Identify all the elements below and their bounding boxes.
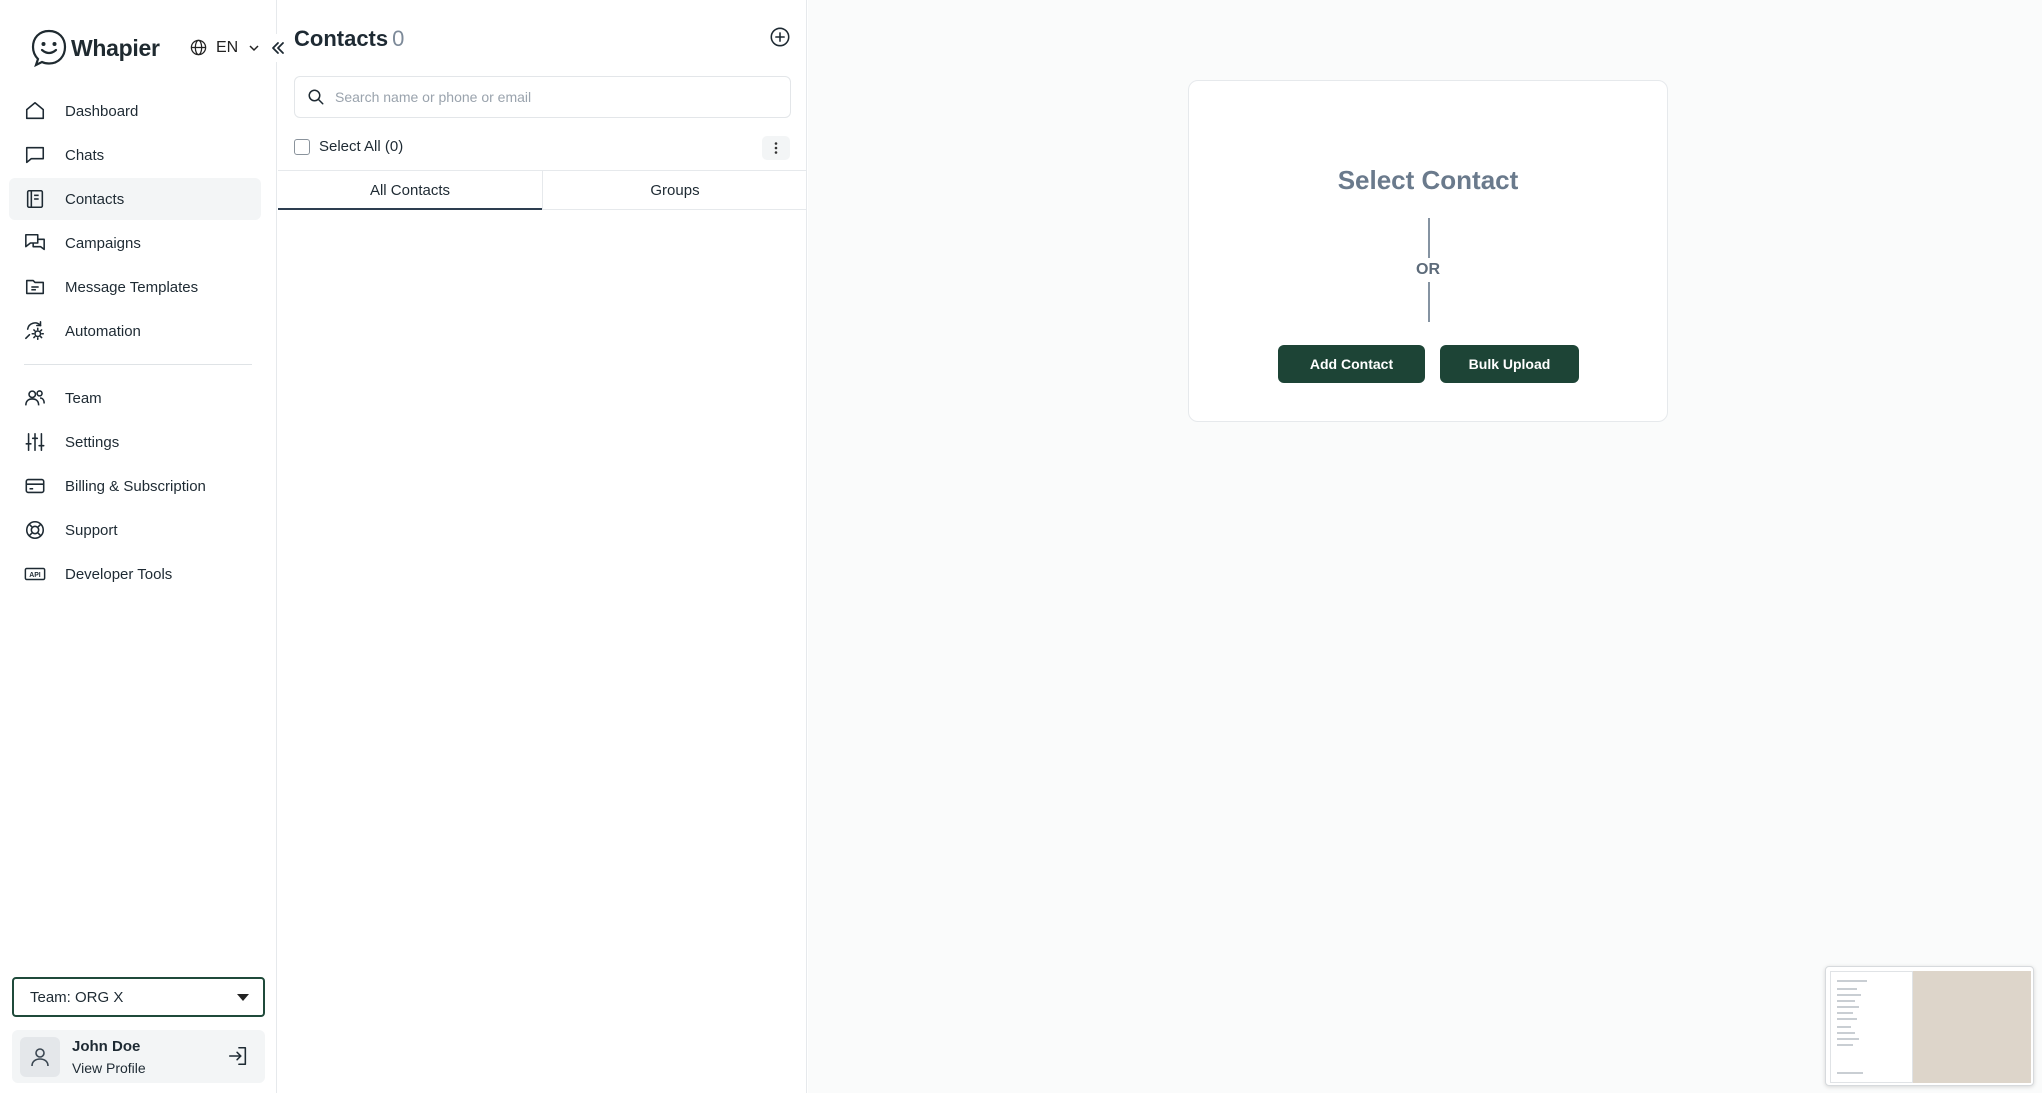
chevron-down-icon xyxy=(249,44,259,51)
sidebar-item-label: Message Templates xyxy=(65,278,199,296)
sliders-icon xyxy=(25,432,45,452)
user-icon xyxy=(31,1047,49,1066)
sidebar-item-label: Settings xyxy=(65,433,120,451)
lifebuoy-icon xyxy=(25,520,45,540)
page-title: Contacts 0 xyxy=(294,26,404,52)
logout-icon[interactable] xyxy=(227,1045,249,1067)
sidebar-item-label: Support xyxy=(65,521,118,539)
brand-name: Whapier xyxy=(71,34,160,61)
sidebar-item-settings[interactable]: Settings xyxy=(9,421,261,463)
bulk-upload-button[interactable]: Bulk Upload xyxy=(1440,345,1579,383)
team-icon xyxy=(25,390,45,406)
add-contact-plus-icon[interactable] xyxy=(769,26,791,48)
select-all-label: Select All (0) xyxy=(319,138,404,155)
search-input[interactable] xyxy=(335,89,775,105)
sidebar-item-label: Developer Tools xyxy=(65,565,173,583)
sidebar-item-team[interactable]: Team xyxy=(9,377,261,419)
select-all-checkbox[interactable] xyxy=(294,138,310,155)
divider-line-bottom xyxy=(1428,282,1430,322)
divider-line-top xyxy=(1428,218,1430,258)
contacts-count: 0 xyxy=(392,26,405,51)
profile-name: John Doe xyxy=(72,1037,141,1055)
user-profile: John Doe View Profile xyxy=(12,1030,265,1083)
sidebar-item-chats[interactable]: Chats xyxy=(9,134,261,176)
whapier-logo-icon xyxy=(31,29,67,68)
more-vertical-icon xyxy=(774,142,778,154)
nav-divider xyxy=(24,364,252,365)
sidebar-item-message-templates[interactable]: Message Templates xyxy=(9,266,261,308)
chat-bubble-icon xyxy=(25,146,45,164)
view-profile-link[interactable]: View Profile xyxy=(72,1060,146,1076)
automation-gear-icon xyxy=(25,321,45,341)
screen-preview-thumbnail[interactable] xyxy=(1825,966,2034,1086)
api-icon: API xyxy=(24,567,46,581)
contacts-pane: Contacts0 Select All (0) All Contacts Gr… xyxy=(278,0,807,1093)
sidebar-item-contacts[interactable]: Contacts xyxy=(9,178,261,220)
avatar[interactable] xyxy=(20,1036,60,1077)
caret-down-icon xyxy=(237,993,249,1001)
sidebar-item-label: Team xyxy=(65,389,102,407)
campaign-chat-icon xyxy=(25,233,45,251)
language-code: EN xyxy=(216,38,239,56)
contact-detail-area: Select Contact OR Add Contact Bulk Uploa… xyxy=(808,0,2042,1093)
sidebar-item-campaigns[interactable]: Campaigns xyxy=(9,222,261,264)
sidebar-item-automation[interactable]: Automation xyxy=(9,310,261,352)
empty-state-card: Select Contact OR Add Contact Bulk Uploa… xyxy=(1188,80,1668,422)
more-options-button[interactable] xyxy=(762,136,790,160)
preview-left-panel xyxy=(1830,971,1913,1083)
search-box xyxy=(294,76,791,118)
empty-state-title: Select Contact xyxy=(1337,165,1519,195)
sidebar-item-developer-tools[interactable]: API Developer Tools xyxy=(9,553,261,595)
sidebar-item-dashboard[interactable]: Dashboard xyxy=(9,90,261,132)
add-contact-button[interactable]: Add Contact xyxy=(1278,345,1425,383)
team-select-value: Team: ORG X xyxy=(30,988,124,1006)
sidebar-item-label: Automation xyxy=(65,322,141,340)
or-label: OR xyxy=(1416,261,1440,278)
sidebar-item-label: Chats xyxy=(65,146,105,164)
search-icon xyxy=(308,89,324,105)
team-select[interactable]: Team: ORG X xyxy=(12,977,265,1017)
sidebar-item-label: Dashboard xyxy=(65,102,139,120)
language-selector[interactable]: EN xyxy=(189,38,260,57)
globe-icon xyxy=(190,39,207,56)
sidebar-nav: Dashboard Chats Contacts Campaigns Messa… xyxy=(9,90,261,597)
contacts-tabs: All Contacts Groups xyxy=(278,170,807,210)
collapse-sidebar-button[interactable] xyxy=(266,34,290,62)
credit-card-icon xyxy=(25,478,45,494)
svg-text:API: API xyxy=(29,572,41,579)
home-icon xyxy=(25,101,45,120)
preview-right-panel xyxy=(1913,971,2031,1083)
sidebar-item-support[interactable]: Support xyxy=(9,509,261,551)
sidebar-item-billing[interactable]: Billing & Subscription xyxy=(9,465,261,507)
chevron-double-left-icon xyxy=(272,42,284,54)
contacts-title-text: Contacts xyxy=(294,26,389,51)
brand-logo[interactable]: Whapier xyxy=(29,28,160,68)
contacts-book-icon xyxy=(26,189,44,209)
sidebar-item-label: Contacts xyxy=(65,190,125,208)
sidebar: Whapier EN Dashboard Chats Contacts Camp… xyxy=(0,0,277,1093)
tab-all-contacts[interactable]: All Contacts xyxy=(278,171,542,210)
folder-template-icon xyxy=(25,279,45,295)
tab-groups[interactable]: Groups xyxy=(542,171,807,209)
select-all: Select All (0) xyxy=(294,138,403,155)
sidebar-item-label: Campaigns xyxy=(65,234,141,252)
sidebar-item-label: Billing & Subscription xyxy=(65,477,206,495)
